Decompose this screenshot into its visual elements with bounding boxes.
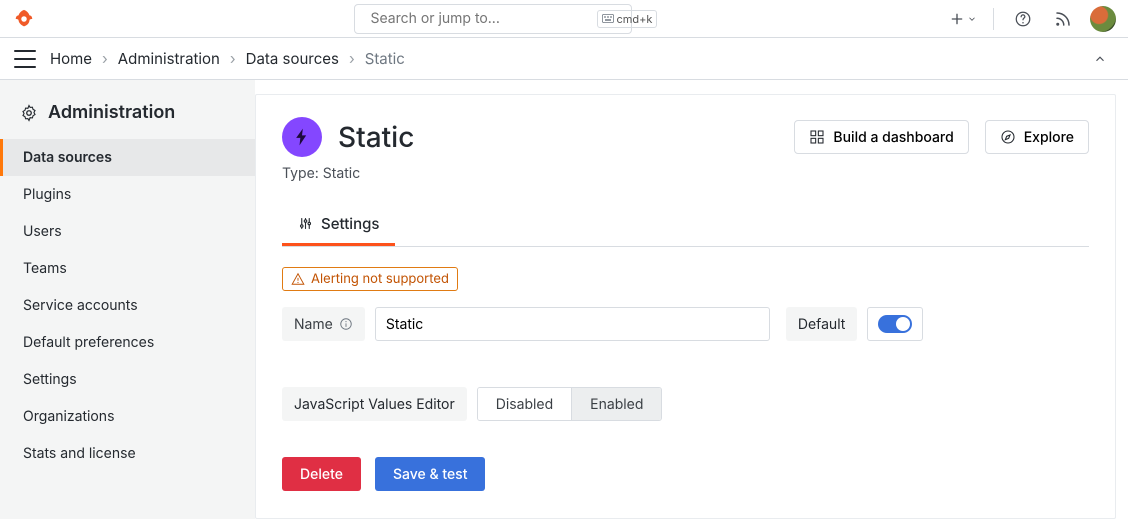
main-panel: Static Build a dashboard Explore Type: S…: [255, 94, 1116, 519]
grafana-logo[interactable]: [12, 7, 36, 31]
sliders-icon: [298, 216, 313, 231]
datasource-icon: [282, 117, 322, 157]
crumb-administration[interactable]: Administration: [118, 49, 220, 68]
chevron-right-icon: ›: [349, 49, 355, 68]
compass-icon: [1000, 129, 1016, 145]
name-input[interactable]: [375, 307, 770, 341]
search-input[interactable]: [369, 9, 591, 28]
news-button[interactable]: [1050, 6, 1076, 32]
sidebar-item-settings[interactable]: Settings: [0, 361, 255, 398]
default-label: Default: [786, 307, 858, 341]
sidebar-title: Administration: [0, 102, 255, 139]
build-dashboard-button[interactable]: Build a dashboard: [794, 120, 968, 154]
default-toggle[interactable]: [878, 315, 912, 333]
sidebar-item-service-accounts[interactable]: Service accounts: [0, 287, 255, 324]
alerting-warning: Alerting not supported: [282, 267, 458, 291]
user-avatar[interactable]: [1090, 6, 1116, 32]
crumb-current: Static: [365, 49, 405, 68]
type-line: Type: Static: [282, 165, 1089, 182]
sidebar-item-organizations[interactable]: Organizations: [0, 398, 255, 435]
breadcrumb-row: Home › Administration › Data sources › S…: [0, 38, 1128, 80]
js-editor-disabled[interactable]: Disabled: [478, 388, 571, 420]
menu-toggle[interactable]: [14, 50, 36, 68]
sidebar: Administration Data sources Plugins User…: [0, 80, 255, 519]
sidebar-item-stats-license[interactable]: Stats and license: [0, 435, 255, 472]
keyboard-icon: [602, 14, 614, 23]
js-editor-label: JavaScript Values Editor: [282, 387, 467, 421]
breadcrumb: Home › Administration › Data sources › S…: [50, 49, 405, 68]
tab-settings[interactable]: Settings: [282, 204, 395, 246]
info-icon[interactable]: [339, 317, 353, 331]
rss-icon: [1054, 10, 1072, 28]
page-title: Static: [338, 120, 414, 154]
top-bar: cmd+k: [0, 0, 1128, 38]
global-search[interactable]: cmd+k: [354, 4, 632, 34]
chevron-right-icon: ›: [230, 49, 236, 68]
divider: [993, 8, 994, 30]
name-label: Name: [282, 307, 365, 341]
js-editor-enabled[interactable]: Enabled: [571, 388, 661, 420]
add-menu[interactable]: [949, 11, 977, 27]
js-editor-segment: Disabled Enabled: [477, 387, 663, 421]
help-icon: [1014, 10, 1032, 28]
help-button[interactable]: [1010, 6, 1036, 32]
crumb-home[interactable]: Home: [50, 49, 92, 68]
chevron-right-icon: ›: [102, 49, 108, 68]
plus-icon: [949, 11, 965, 27]
sidebar-item-plugins[interactable]: Plugins: [0, 176, 255, 213]
sidebar-item-teams[interactable]: Teams: [0, 250, 255, 287]
sidebar-item-users[interactable]: Users: [0, 213, 255, 250]
sidebar-item-default-preferences[interactable]: Default preferences: [0, 324, 255, 361]
collapse-button[interactable]: [1086, 45, 1114, 73]
search-shortcut: cmd+k: [597, 10, 658, 28]
apps-icon: [809, 129, 825, 145]
explore-button[interactable]: Explore: [985, 120, 1089, 154]
warning-icon: [291, 272, 305, 286]
lightning-icon: [292, 127, 312, 147]
sidebar-item-data-sources[interactable]: Data sources: [0, 139, 255, 176]
chevron-up-icon: [1093, 52, 1107, 66]
crumb-data-sources[interactable]: Data sources: [246, 49, 339, 68]
delete-button[interactable]: Delete: [282, 457, 361, 491]
save-test-button[interactable]: Save & test: [375, 457, 486, 491]
chevron-down-icon: [967, 14, 977, 24]
gear-icon: [20, 104, 38, 122]
